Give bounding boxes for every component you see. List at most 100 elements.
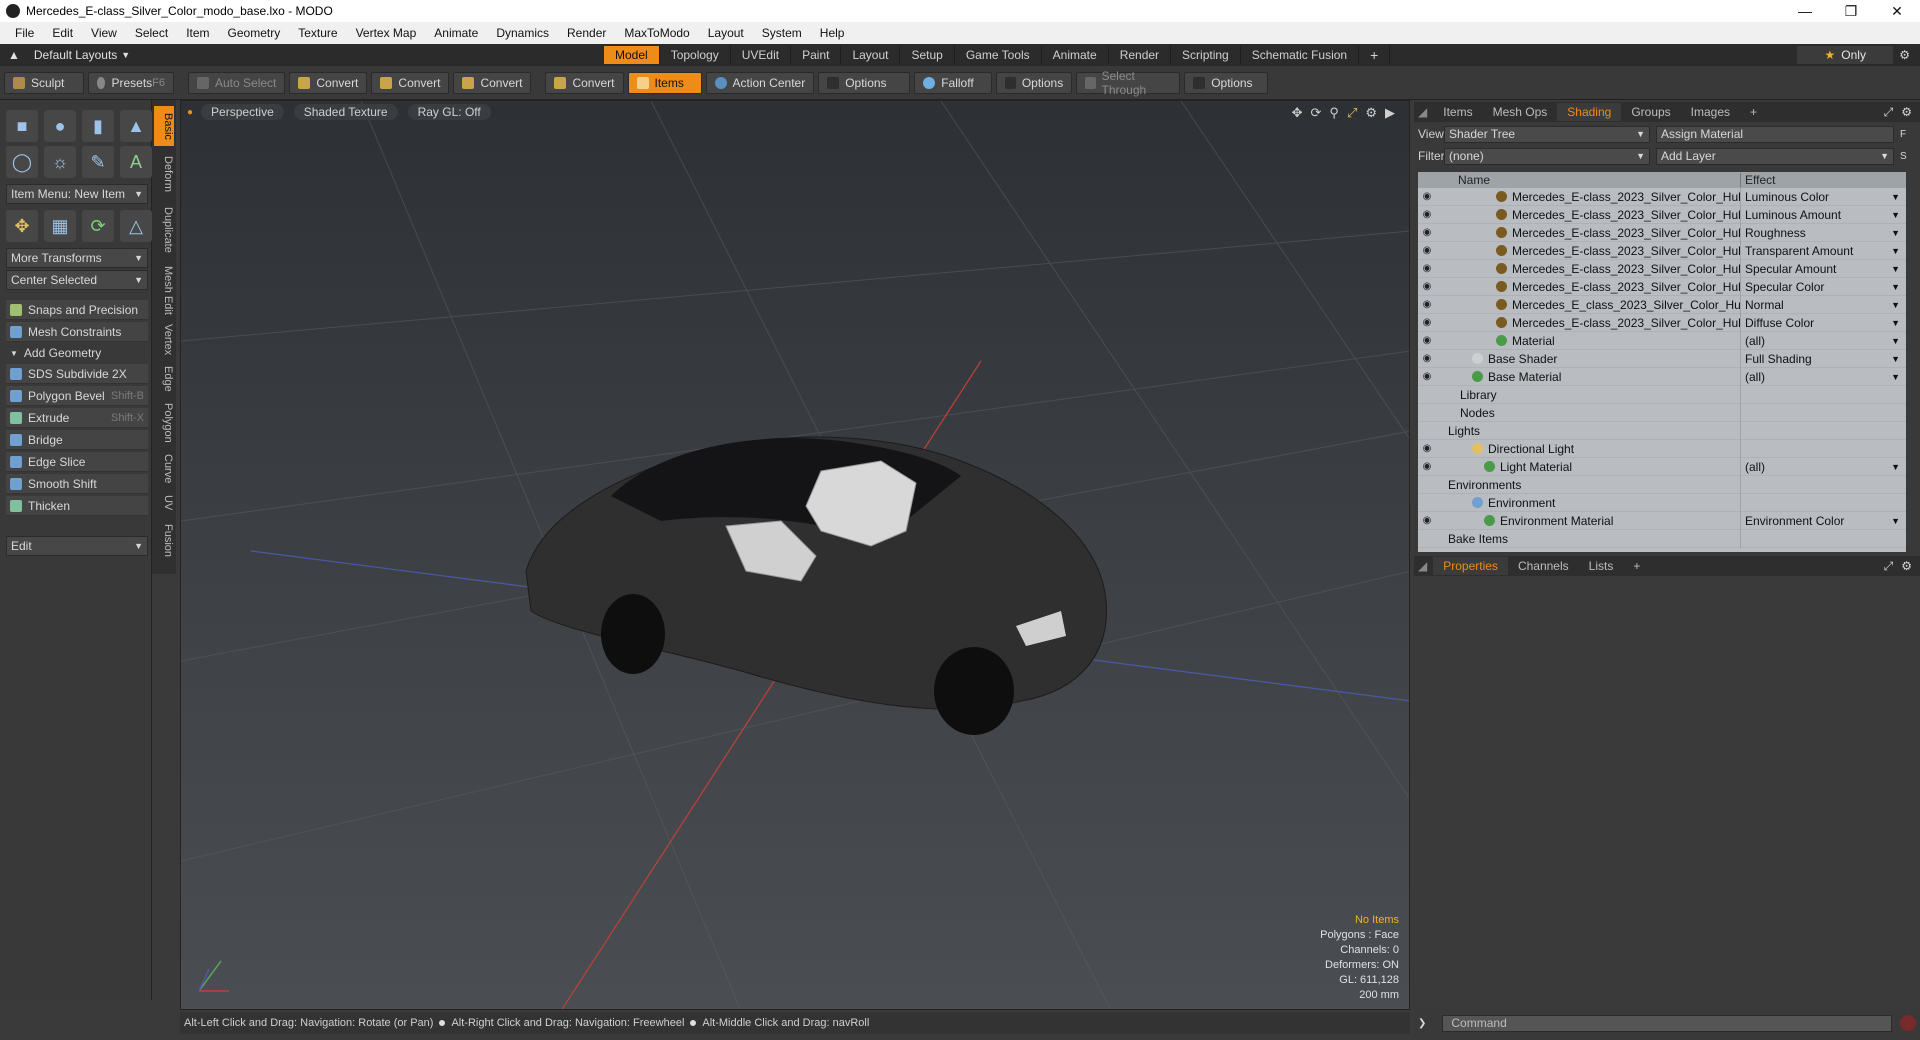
- menu-item[interactable]: Item: [177, 26, 218, 40]
- f-shortcut-icon[interactable]: F: [1900, 129, 1906, 140]
- falloff-options-button[interactable]: Options: [996, 71, 1073, 94]
- tab-setup[interactable]: Setup: [900, 46, 955, 64]
- shader-tree-row[interactable]: ◉ Mercedes_E-class_2023_Silver_Color_Hull…: [1418, 241, 1906, 260]
- sculpt-button[interactable]: Sculpt: [4, 71, 84, 94]
- effect-dropdown[interactable]: Roughness ▼: [1740, 223, 1906, 242]
- shader-tree-row[interactable]: Environments: [1418, 475, 1906, 494]
- center-selected-dropdown[interactable]: Center Selected ▼: [6, 270, 148, 290]
- menu-texture[interactable]: Texture: [289, 26, 346, 40]
- gear-icon[interactable]: ⚙: [1899, 48, 1910, 62]
- vtab-mesh-edit[interactable]: Mesh Edit: [154, 262, 174, 318]
- rotate-icon[interactable]: ⟳: [82, 210, 114, 242]
- menu-maxtomodo[interactable]: MaxToModo: [615, 26, 698, 40]
- visibility-eye-icon[interactable]: ◉: [1418, 227, 1436, 238]
- convert-items-button[interactable]: Convert: [545, 71, 624, 94]
- scale-icon[interactable]: △: [120, 210, 152, 242]
- extrude-button[interactable]: Extrude Shift-X: [6, 408, 148, 428]
- shader-tree-row[interactable]: Nodes: [1418, 403, 1906, 422]
- shader-tree-row[interactable]: ◉ Mercedes_E-class_2023_Silver_Color_Hull…: [1418, 223, 1906, 242]
- sphere-icon[interactable]: ●: [44, 110, 76, 142]
- vtab-basic[interactable]: Basic: [154, 106, 174, 146]
- tab-model[interactable]: Model: [604, 46, 660, 64]
- vtab-duplicate[interactable]: Duplicate: [154, 200, 174, 260]
- add-tab-button[interactable]: +: [1623, 557, 1650, 575]
- cube-icon[interactable]: ■: [6, 110, 38, 142]
- menu-file[interactable]: File: [6, 26, 43, 40]
- action-center-options-button[interactable]: Options: [818, 71, 911, 94]
- menu-help[interactable]: Help: [811, 26, 854, 40]
- vtab-curve[interactable]: Curve: [154, 450, 174, 488]
- menu-layout[interactable]: Layout: [699, 26, 753, 40]
- edit-dropdown[interactable]: Edit ▼: [6, 536, 148, 556]
- gear-icon[interactable]: ⚙: [1901, 105, 1912, 119]
- pen-icon[interactable]: ✎: [82, 146, 114, 178]
- shader-tree-row[interactable]: ◉ Mercedes_E-class_2023_Silver_Color_Hull…: [1418, 205, 1906, 224]
- grid-icon[interactable]: ▦: [44, 210, 76, 242]
- select-through-button[interactable]: Select Through: [1076, 69, 1181, 97]
- menu-edit[interactable]: Edit: [43, 26, 82, 40]
- menu-geometry[interactable]: Geometry: [219, 26, 290, 40]
- text-icon[interactable]: A: [120, 146, 152, 178]
- s-shortcut-icon[interactable]: S: [1900, 151, 1907, 162]
- torus-icon[interactable]: ◯: [6, 146, 38, 178]
- visibility-eye-icon[interactable]: ◉: [1418, 461, 1436, 472]
- shader-tree-row[interactable]: ◉ Light Material (all) ▼: [1418, 457, 1906, 476]
- vtab-edge[interactable]: Edge: [154, 362, 174, 396]
- tab-animate[interactable]: Animate: [1042, 46, 1109, 64]
- more-transforms-dropdown[interactable]: More Transforms ▼: [6, 248, 148, 268]
- ray-gl-button[interactable]: Ray GL: Off: [407, 104, 491, 120]
- tab-scripting[interactable]: Scripting: [1171, 46, 1241, 64]
- menu-system[interactable]: System: [753, 26, 811, 40]
- command-input[interactable]: Command: [1442, 1014, 1893, 1032]
- effect-dropdown[interactable]: (all) ▼: [1740, 457, 1906, 476]
- tab-properties[interactable]: Properties: [1433, 557, 1508, 575]
- menu-render[interactable]: Render: [558, 26, 615, 40]
- add-layer-dropdown[interactable]: Add Layer ▼: [1656, 147, 1894, 165]
- effect-dropdown[interactable]: Environment Color ▼: [1740, 511, 1906, 530]
- tab-schematic-fusion[interactable]: Schematic Fusion: [1241, 46, 1360, 64]
- tab-items[interactable]: Items: [1433, 103, 1482, 121]
- menu-vertex-map[interactable]: Vertex Map: [347, 26, 426, 40]
- effect-dropdown[interactable]: (all) ▼: [1740, 367, 1906, 386]
- tab-shading[interactable]: Shading: [1557, 103, 1622, 121]
- menu-view[interactable]: View: [82, 26, 126, 40]
- effect-dropdown[interactable]: Specular Color ▼: [1740, 277, 1906, 296]
- chevron-right-icon[interactable]: ▶: [1385, 105, 1395, 121]
- edge-slice-button[interactable]: Edge Slice: [6, 452, 148, 472]
- shader-tree-row[interactable]: ◉ Material (all) ▼: [1418, 331, 1906, 350]
- vtab-uv[interactable]: UV: [154, 490, 174, 516]
- viewport-menu-dot[interactable]: ●: [187, 107, 193, 118]
- tab-mesh-ops[interactable]: Mesh Ops: [1483, 103, 1558, 121]
- action-center-button[interactable]: Action Center: [705, 71, 815, 94]
- snaps-precision-button[interactable]: Snaps and Precision: [6, 300, 148, 320]
- tab-channels[interactable]: Channels: [1508, 557, 1579, 575]
- visibility-eye-icon[interactable]: ◉: [1418, 371, 1436, 382]
- tab-lists[interactable]: Lists: [1579, 557, 1624, 575]
- effect-dropdown[interactable]: Luminous Color ▼: [1740, 187, 1906, 206]
- shaded-texture-button[interactable]: Shaded Texture: [293, 104, 398, 120]
- tab-render[interactable]: Render: [1109, 46, 1172, 64]
- vtab-vertex[interactable]: Vertex: [154, 320, 174, 360]
- default-layouts-dropdown[interactable]: ▲ Default Layouts ▼: [0, 48, 604, 62]
- restore-icon[interactable]: ❐: [1828, 3, 1874, 20]
- tab-layout[interactable]: Layout: [841, 46, 901, 64]
- shader-tree-row[interactable]: Lights: [1418, 421, 1906, 440]
- shader-tree-row[interactable]: ◉ Base Shader Full Shading ▼: [1418, 349, 1906, 368]
- visibility-eye-icon[interactable]: ◉: [1418, 515, 1436, 526]
- tab-groups[interactable]: Groups: [1621, 103, 1680, 121]
- items-mode-button[interactable]: Items: [627, 71, 702, 94]
- visibility-eye-icon[interactable]: ◉: [1418, 353, 1436, 364]
- shader-tree-row[interactable]: ◉ Base Material (all) ▼: [1418, 367, 1906, 386]
- visibility-eye-icon[interactable]: ◉: [1418, 281, 1436, 292]
- sds-subdivide-button[interactable]: SDS Subdivide 2X: [6, 364, 148, 384]
- visibility-eye-icon[interactable]: ◉: [1418, 443, 1436, 454]
- add-layout-tab-button[interactable]: +: [1359, 46, 1391, 64]
- tab-topology[interactable]: Topology: [660, 46, 731, 64]
- menu-dynamics[interactable]: Dynamics: [487, 26, 558, 40]
- effect-dropdown[interactable]: Normal ▼: [1740, 295, 1906, 314]
- add-tab-button[interactable]: +: [1740, 103, 1767, 121]
- add-geometry-section[interactable]: ▼ Add Geometry: [6, 344, 148, 362]
- 3d-viewport[interactable]: ● Perspective Shaded Texture Ray GL: Off…: [180, 100, 1410, 1010]
- vtab-deform[interactable]: Deform: [154, 150, 174, 198]
- visibility-eye-icon[interactable]: ◉: [1418, 209, 1436, 220]
